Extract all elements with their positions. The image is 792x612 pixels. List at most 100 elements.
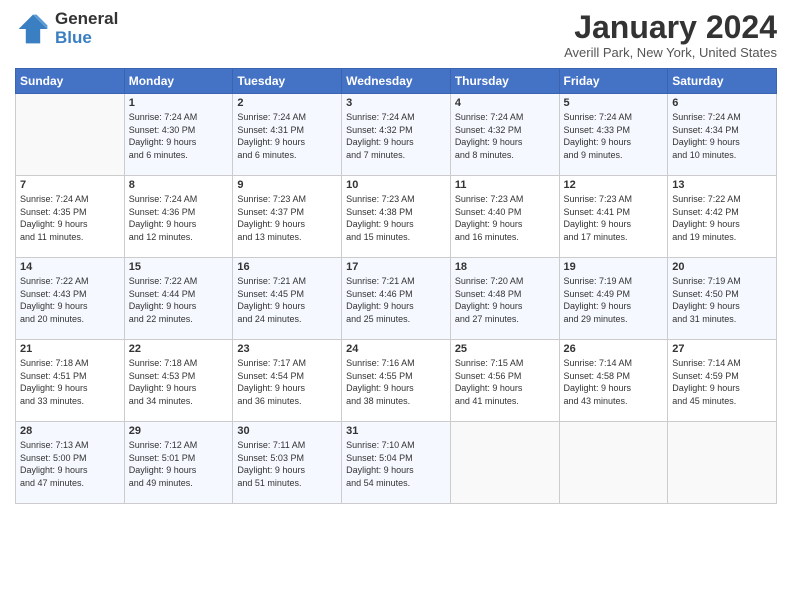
day-cell: 5 Sunrise: 7:24 AM Sunset: 4:33 PM Daylig… [559,94,668,176]
header: General Blue January 2024 Averill Park, … [15,10,777,60]
day-cell: 23 Sunrise: 7:17 AM Sunset: 4:54 PM Dayli… [233,340,342,422]
week-row-3: 21 Sunrise: 7:18 AM Sunset: 4:51 PM Dayli… [16,340,777,422]
day-info: Sunrise: 7:19 AM Sunset: 4:50 PM Dayligh… [672,275,772,325]
day-cell: 14Sunrise: 7:22 AM Sunset: 4:43 PM Dayli… [16,258,125,340]
day-cell [559,422,668,504]
calendar-header: Sunday Monday Tuesday Wednesday Thursday… [16,69,777,94]
day-info: Sunrise: 7:18 AM Sunset: 4:51 PM Dayligh… [20,357,120,407]
col-wednesday: Wednesday [342,69,451,94]
day-cell: 6 Sunrise: 7:24 AM Sunset: 4:34 PM Daylig… [668,94,777,176]
day-info: Sunrise: 7:17 AM Sunset: 4:54 PM Dayligh… [237,357,337,407]
day-info: Sunrise: 7:24 AM Sunset: 4:33 PM Dayligh… [564,111,664,161]
calendar-body: 1 Sunrise: 7:24 AM Sunset: 4:30 PM Daylig… [16,94,777,504]
day-info: Sunrise: 7:23 AM Sunset: 4:41 PM Dayligh… [564,193,664,243]
location: Averill Park, New York, United States [564,45,777,60]
day-number: 27 [672,343,772,355]
day-number: 8 [129,179,229,191]
day-number: 25 [455,343,555,355]
day-cell: 10 Sunrise: 7:23 AM Sunset: 4:38 PM Dayli… [342,176,451,258]
day-info: Sunrise: 7:24 AM Sunset: 4:31 PM Dayligh… [237,111,337,161]
col-saturday: Saturday [668,69,777,94]
day-cell: 28 Sunrise: 7:13 AM Sunset: 5:00 PM Dayli… [16,422,125,504]
day-cell: 12 Sunrise: 7:23 AM Sunset: 4:41 PM Dayli… [559,176,668,258]
day-info: Sunrise: 7:21 AM Sunset: 4:45 PM Dayligh… [237,275,337,325]
day-number: 28 [20,425,120,437]
day-info: Sunrise: 7:11 AM Sunset: 5:03 PM Dayligh… [237,439,337,489]
day-cell: 13Sunrise: 7:22 AM Sunset: 4:42 PM Dayli… [668,176,777,258]
day-number: 4 [455,97,555,109]
col-friday: Friday [559,69,668,94]
day-info: Sunrise: 7:13 AM Sunset: 5:00 PM Dayligh… [20,439,120,489]
day-info: Sunrise: 7:23 AM Sunset: 4:40 PM Dayligh… [455,193,555,243]
day-number: 21 [20,343,120,355]
day-cell: 3 Sunrise: 7:24 AM Sunset: 4:32 PM Daylig… [342,94,451,176]
logo-icon [15,11,51,47]
day-info: Sunrise: 7:14 AM Sunset: 4:59 PM Dayligh… [672,357,772,407]
day-number: 23 [237,343,337,355]
day-cell: 11 Sunrise: 7:23 AM Sunset: 4:40 PM Dayli… [450,176,559,258]
logo-blue-text: Blue [55,29,118,48]
page: General Blue January 2024 Averill Park, … [0,0,792,612]
day-number: 18 [455,261,555,273]
day-info: Sunrise: 7:23 AM Sunset: 4:37 PM Dayligh… [237,193,337,243]
day-number: 24 [346,343,446,355]
day-number: 7 [20,179,120,191]
day-number: 10 [346,179,446,191]
day-info: Sunrise: 7:19 AM Sunset: 4:49 PM Dayligh… [564,275,664,325]
day-info: Sunrise: 7:24 AM Sunset: 4:34 PM Dayligh… [672,111,772,161]
day-number: 9 [237,179,337,191]
day-cell: 9 Sunrise: 7:23 AM Sunset: 4:37 PM Daylig… [233,176,342,258]
day-info: Sunrise: 7:22 AM Sunset: 4:42 PM Dayligh… [672,193,772,243]
header-row: Sunday Monday Tuesday Wednesday Thursday… [16,69,777,94]
day-info: Sunrise: 7:23 AM Sunset: 4:38 PM Dayligh… [346,193,446,243]
logo-general-text: General [55,10,118,29]
day-cell: 31Sunrise: 7:10 AM Sunset: 5:04 PM Dayli… [342,422,451,504]
day-number: 26 [564,343,664,355]
logo-text: General Blue [55,10,118,47]
day-info: Sunrise: 7:10 AM Sunset: 5:04 PM Dayligh… [346,439,446,489]
day-number: 5 [564,97,664,109]
day-number: 17 [346,261,446,273]
day-info: Sunrise: 7:22 AM Sunset: 4:44 PM Dayligh… [129,275,229,325]
day-number: 29 [129,425,229,437]
day-cell: 21 Sunrise: 7:18 AM Sunset: 4:51 PM Dayli… [16,340,125,422]
day-cell: 2Sunrise: 7:24 AM Sunset: 4:31 PM Daylig… [233,94,342,176]
day-cell: 19 Sunrise: 7:19 AM Sunset: 4:49 PM Dayli… [559,258,668,340]
col-sunday: Sunday [16,69,125,94]
title-block: January 2024 Averill Park, New York, Uni… [564,10,777,60]
day-cell: 20 Sunrise: 7:19 AM Sunset: 4:50 PM Dayli… [668,258,777,340]
day-number: 6 [672,97,772,109]
day-number: 11 [455,179,555,191]
day-cell: 26 Sunrise: 7:14 AM Sunset: 4:58 PM Dayli… [559,340,668,422]
day-info: Sunrise: 7:24 AM Sunset: 4:36 PM Dayligh… [129,193,229,243]
week-row-2: 14Sunrise: 7:22 AM Sunset: 4:43 PM Dayli… [16,258,777,340]
day-info: Sunrise: 7:16 AM Sunset: 4:55 PM Dayligh… [346,357,446,407]
day-cell: 18Sunrise: 7:20 AM Sunset: 4:48 PM Dayli… [450,258,559,340]
day-cell: 30Sunrise: 7:11 AM Sunset: 5:03 PM Dayli… [233,422,342,504]
day-info: Sunrise: 7:24 AM Sunset: 4:32 PM Dayligh… [346,111,446,161]
day-cell: 1 Sunrise: 7:24 AM Sunset: 4:30 PM Daylig… [124,94,233,176]
logo: General Blue [15,10,118,47]
day-number: 20 [672,261,772,273]
day-cell: 16Sunrise: 7:21 AM Sunset: 4:45 PM Dayli… [233,258,342,340]
day-cell [16,94,125,176]
day-info: Sunrise: 7:14 AM Sunset: 4:58 PM Dayligh… [564,357,664,407]
day-cell: 25Sunrise: 7:15 AM Sunset: 4:56 PM Dayli… [450,340,559,422]
day-number: 1 [129,97,229,109]
day-info: Sunrise: 7:24 AM Sunset: 4:32 PM Dayligh… [455,111,555,161]
day-info: Sunrise: 7:24 AM Sunset: 4:30 PM Dayligh… [129,111,229,161]
day-cell: 8 Sunrise: 7:24 AM Sunset: 4:36 PM Daylig… [124,176,233,258]
day-cell: 27 Sunrise: 7:14 AM Sunset: 4:59 PM Dayli… [668,340,777,422]
day-cell: 4 Sunrise: 7:24 AM Sunset: 4:32 PM Daylig… [450,94,559,176]
day-cell [668,422,777,504]
day-number: 12 [564,179,664,191]
day-info: Sunrise: 7:12 AM Sunset: 5:01 PM Dayligh… [129,439,229,489]
day-info: Sunrise: 7:18 AM Sunset: 4:53 PM Dayligh… [129,357,229,407]
calendar-table: Sunday Monday Tuesday Wednesday Thursday… [15,68,777,504]
col-thursday: Thursday [450,69,559,94]
day-number: 3 [346,97,446,109]
day-info: Sunrise: 7:21 AM Sunset: 4:46 PM Dayligh… [346,275,446,325]
day-number: 19 [564,261,664,273]
day-info: Sunrise: 7:24 AM Sunset: 4:35 PM Dayligh… [20,193,120,243]
day-number: 22 [129,343,229,355]
